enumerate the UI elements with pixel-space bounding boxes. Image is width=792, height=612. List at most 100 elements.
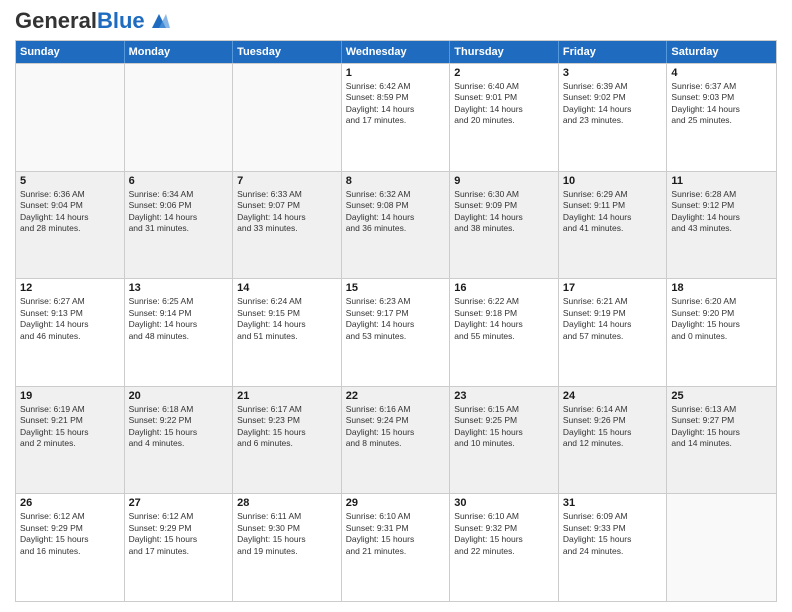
calendar: SundayMondayTuesdayWednesdayThursdayFrid… [15,40,777,602]
calendar-cell: 29 Sunrise: 6:10 AM Sunset: 9:31 PM Dayli… [342,494,451,601]
cell-info: Sunrise: 6:27 AM Sunset: 9:13 PM Dayligh… [20,296,120,342]
calendar-cell: 5 Sunrise: 6:36 AM Sunset: 9:04 PM Daylig… [16,172,125,279]
day-number: 5 [20,175,120,187]
calendar-body: 1Sunrise: 6:42 AM Sunset: 8:59 PM Daylig… [16,63,776,601]
cell-info: Sunrise: 6:12 AM Sunset: 9:29 PM Dayligh… [129,511,229,557]
day-number: 23 [454,390,554,402]
cell-info: Sunrise: 6:32 AM Sunset: 9:08 PM Dayligh… [346,189,446,235]
cell-info: Sunrise: 6:16 AM Sunset: 9:24 PM Dayligh… [346,404,446,450]
day-number: 20 [129,390,229,402]
logo: GeneralBlue [15,10,170,32]
day-number: 4 [671,67,772,79]
day-number: 24 [563,390,663,402]
header-cell-monday: Monday [125,41,234,63]
day-number: 19 [20,390,120,402]
header-cell-thursday: Thursday [450,41,559,63]
day-number: 28 [237,497,337,509]
cell-info: Sunrise: 6:36 AM Sunset: 9:04 PM Dayligh… [20,189,120,235]
day-number: 13 [129,282,229,294]
cell-info: Sunrise: 6:10 AM Sunset: 9:32 PM Dayligh… [454,511,554,557]
calendar-cell: 2 Sunrise: 6:40 AM Sunset: 9:01 PM Daylig… [450,64,559,171]
logo-icon [148,10,170,32]
calendar-week-2: 12 Sunrise: 6:27 AM Sunset: 9:13 PM Dayli… [16,278,776,386]
cell-info: Sunrise: 6:30 AM Sunset: 9:09 PM Dayligh… [454,189,554,235]
calendar-cell [125,64,234,171]
cell-info: Sunrise: 6:19 AM Sunset: 9:21 PM Dayligh… [20,404,120,450]
day-number: 21 [237,390,337,402]
calendar-week-1: 5 Sunrise: 6:36 AM Sunset: 9:04 PM Daylig… [16,171,776,279]
cell-info: Sunrise: 6:21 AM Sunset: 9:19 PM Dayligh… [563,296,663,342]
header-cell-wednesday: Wednesday [342,41,451,63]
day-number: 8 [346,175,446,187]
cell-info: Sunrise: 6:18 AM Sunset: 9:22 PM Dayligh… [129,404,229,450]
calendar-cell [16,64,125,171]
cell-info: Sunrise: 6:13 AM Sunset: 9:27 PM Dayligh… [671,404,772,450]
calendar-cell: 10 Sunrise: 6:29 AM Sunset: 9:11 PM Dayli… [559,172,668,279]
cell-info: Sunrise: 6:10 AM Sunset: 9:31 PM Dayligh… [346,511,446,557]
day-number: 15 [346,282,446,294]
day-number: 9 [454,175,554,187]
day-number: 30 [454,497,554,509]
calendar-cell: 11 Sunrise: 6:28 AM Sunset: 9:12 PM Dayli… [667,172,776,279]
cell-info: Sunrise: 6:17 AM Sunset: 9:23 PM Dayligh… [237,404,337,450]
cell-info: Sunrise: 6:28 AM Sunset: 9:12 PM Dayligh… [671,189,772,235]
cell-info: Sunrise: 6:12 AM Sunset: 9:29 PM Dayligh… [20,511,120,557]
header-cell-tuesday: Tuesday [233,41,342,63]
calendar-cell: 30 Sunrise: 6:10 AM Sunset: 9:32 PM Dayli… [450,494,559,601]
cell-info: Sunrise: 6:11 AM Sunset: 9:30 PM Dayligh… [237,511,337,557]
calendar-cell [233,64,342,171]
cell-info: Sunrise: 6:37 AM Sunset: 9:03 PM Dayligh… [671,81,772,127]
day-number: 10 [563,175,663,187]
calendar-cell: 27 Sunrise: 6:12 AM Sunset: 9:29 PM Dayli… [125,494,234,601]
calendar-week-0: 1Sunrise: 6:42 AM Sunset: 8:59 PM Daylig… [16,63,776,171]
calendar-cell: 21 Sunrise: 6:17 AM Sunset: 9:23 PM Dayli… [233,387,342,494]
day-number: 3 [563,67,663,79]
calendar-week-3: 19 Sunrise: 6:19 AM Sunset: 9:21 PM Dayli… [16,386,776,494]
calendar-cell: 22 Sunrise: 6:16 AM Sunset: 9:24 PM Dayli… [342,387,451,494]
calendar-cell: 4 Sunrise: 6:37 AM Sunset: 9:03 PM Daylig… [667,64,776,171]
calendar-cell: 25Sunrise: 6:13 AM Sunset: 9:27 PM Dayli… [667,387,776,494]
logo-text: GeneralBlue [15,10,145,32]
cell-info: Sunrise: 6:40 AM Sunset: 9:01 PM Dayligh… [454,81,554,127]
cell-info: Sunrise: 6:24 AM Sunset: 9:15 PM Dayligh… [237,296,337,342]
calendar-cell: 1Sunrise: 6:42 AM Sunset: 8:59 PM Daylig… [342,64,451,171]
calendar-cell: 17Sunrise: 6:21 AM Sunset: 9:19 PM Dayli… [559,279,668,386]
cell-info: Sunrise: 6:33 AM Sunset: 9:07 PM Dayligh… [237,189,337,235]
calendar-cell: 3 Sunrise: 6:39 AM Sunset: 9:02 PM Daylig… [559,64,668,171]
header-cell-sunday: Sunday [16,41,125,63]
day-number: 1 [346,67,446,79]
cell-info: Sunrise: 6:39 AM Sunset: 9:02 PM Dayligh… [563,81,663,127]
cell-info: Sunrise: 6:22 AM Sunset: 9:18 PM Dayligh… [454,296,554,342]
cell-info: Sunrise: 6:34 AM Sunset: 9:06 PM Dayligh… [129,189,229,235]
calendar-cell: 20 Sunrise: 6:18 AM Sunset: 9:22 PM Dayli… [125,387,234,494]
day-number: 2 [454,67,554,79]
day-number: 16 [454,282,554,294]
header-cell-saturday: Saturday [667,41,776,63]
calendar-cell: 18Sunrise: 6:20 AM Sunset: 9:20 PM Dayli… [667,279,776,386]
calendar-cell: 12 Sunrise: 6:27 AM Sunset: 9:13 PM Dayli… [16,279,125,386]
calendar-header: SundayMondayTuesdayWednesdayThursdayFrid… [16,41,776,63]
calendar-cell: 23 Sunrise: 6:15 AM Sunset: 9:25 PM Dayli… [450,387,559,494]
page-container: GeneralBlue SundayMondayTuesdayWednesday… [0,0,792,612]
calendar-cell: 24 Sunrise: 6:14 AM Sunset: 9:26 PM Dayli… [559,387,668,494]
logo-blue: Blue [97,8,145,33]
calendar-cell: 15Sunrise: 6:23 AM Sunset: 9:17 PM Dayli… [342,279,451,386]
day-number: 6 [129,175,229,187]
cell-info: Sunrise: 6:20 AM Sunset: 9:20 PM Dayligh… [671,296,772,342]
logo-general: General [15,8,97,33]
calendar-cell: 28 Sunrise: 6:11 AM Sunset: 9:30 PM Dayli… [233,494,342,601]
cell-info: Sunrise: 6:09 AM Sunset: 9:33 PM Dayligh… [563,511,663,557]
cell-info: Sunrise: 6:14 AM Sunset: 9:26 PM Dayligh… [563,404,663,450]
calendar-cell: 7 Sunrise: 6:33 AM Sunset: 9:07 PM Daylig… [233,172,342,279]
day-number: 22 [346,390,446,402]
calendar-week-4: 26Sunrise: 6:12 AM Sunset: 9:29 PM Dayli… [16,493,776,601]
cell-info: Sunrise: 6:15 AM Sunset: 9:25 PM Dayligh… [454,404,554,450]
day-number: 29 [346,497,446,509]
calendar-cell: 26Sunrise: 6:12 AM Sunset: 9:29 PM Dayli… [16,494,125,601]
cell-info: Sunrise: 6:29 AM Sunset: 9:11 PM Dayligh… [563,189,663,235]
day-number: 7 [237,175,337,187]
calendar-cell: 31Sunrise: 6:09 AM Sunset: 9:33 PM Dayli… [559,494,668,601]
day-number: 12 [20,282,120,294]
day-number: 11 [671,175,772,187]
day-number: 27 [129,497,229,509]
